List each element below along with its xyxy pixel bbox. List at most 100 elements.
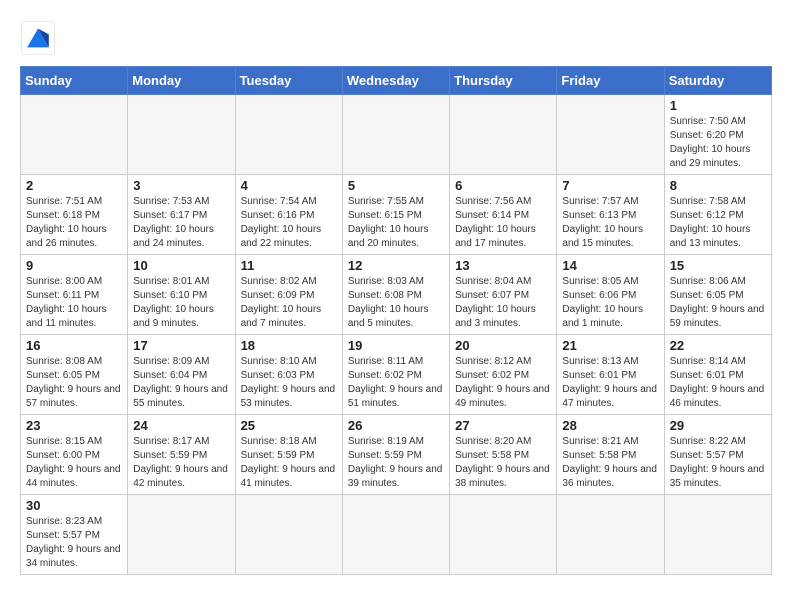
day-info: Sunrise: 7:50 AM Sunset: 6:20 PM Dayligh… — [670, 115, 766, 171]
day-number: 22 — [670, 338, 766, 353]
day-number: 5 — [348, 178, 444, 193]
day-info: Sunrise: 8:13 AM Sunset: 6:01 PM Dayligh… — [562, 355, 658, 411]
day-info: Sunrise: 8:00 AM Sunset: 6:11 PM Dayligh… — [26, 275, 122, 331]
calendar-cell: 15 Sunrise: 8:06 AM Sunset: 6:05 PM Dayli… — [664, 255, 771, 335]
day-number: 20 — [455, 338, 551, 353]
day-number: 10 — [133, 258, 229, 273]
calendar-cell: 9 Sunrise: 8:00 AM Sunset: 6:11 PM Daylig… — [21, 255, 128, 335]
day-number: 29 — [670, 418, 766, 433]
day-info: Sunrise: 8:04 AM Sunset: 6:07 PM Dayligh… — [455, 275, 551, 331]
generalblue-icon — [20, 20, 56, 56]
calendar-cell: 14Sunrise: 8:05 AM Sunset: 6:06 PM Dayli… — [557, 255, 664, 335]
calendar-cell — [235, 495, 342, 575]
calendar-cell: 2 Sunrise: 7:51 AM Sunset: 6:18 PM Daylig… — [21, 175, 128, 255]
week-row-1: 2 Sunrise: 7:51 AM Sunset: 6:18 PM Daylig… — [21, 175, 772, 255]
day-number: 2 — [26, 178, 122, 193]
calendar-cell — [128, 95, 235, 175]
day-info: Sunrise: 8:03 AM Sunset: 6:08 PM Dayligh… — [348, 275, 444, 331]
calendar-cell: 13 Sunrise: 8:04 AM Sunset: 6:07 PM Dayli… — [450, 255, 557, 335]
day-info: Sunrise: 8:05 AM Sunset: 6:06 PM Dayligh… — [562, 275, 658, 331]
calendar-cell: 29 Sunrise: 8:22 AM Sunset: 5:57 PM Dayli… — [664, 415, 771, 495]
calendar-cell — [664, 495, 771, 575]
calendar-cell: 17Sunrise: 8:09 AM Sunset: 6:04 PM Dayli… — [128, 335, 235, 415]
day-info: Sunrise: 8:08 AM Sunset: 6:05 PM Dayligh… — [26, 355, 122, 411]
calendar-cell: 20 Sunrise: 8:12 AM Sunset: 6:02 PM Dayli… — [450, 335, 557, 415]
weekday-wednesday: Wednesday — [342, 67, 449, 95]
day-number: 16 — [26, 338, 122, 353]
day-number: 12 — [348, 258, 444, 273]
day-number: 15 — [670, 258, 766, 273]
calendar-cell: 11Sunrise: 8:02 AM Sunset: 6:09 PM Dayli… — [235, 255, 342, 335]
day-number: 27 — [455, 418, 551, 433]
week-row-5: 30Sunrise: 8:23 AM Sunset: 5:57 PM Dayli… — [21, 495, 772, 575]
page: SundayMondayTuesdayWednesdayThursdayFrid… — [0, 0, 792, 591]
logo — [20, 20, 58, 56]
weekday-sunday: Sunday — [21, 67, 128, 95]
day-number: 7 — [562, 178, 658, 193]
calendar-cell — [450, 95, 557, 175]
day-info: Sunrise: 8:01 AM Sunset: 6:10 PM Dayligh… — [133, 275, 229, 331]
calendar-cell: 30Sunrise: 8:23 AM Sunset: 5:57 PM Dayli… — [21, 495, 128, 575]
day-info: Sunrise: 8:18 AM Sunset: 5:59 PM Dayligh… — [241, 435, 337, 491]
day-number: 24 — [133, 418, 229, 433]
week-row-4: 23Sunrise: 8:15 AM Sunset: 6:00 PM Dayli… — [21, 415, 772, 495]
day-number: 18 — [241, 338, 337, 353]
calendar-cell: 6Sunrise: 7:56 AM Sunset: 6:14 PM Daylig… — [450, 175, 557, 255]
calendar-cell — [557, 95, 664, 175]
weekday-monday: Monday — [128, 67, 235, 95]
week-row-2: 9 Sunrise: 8:00 AM Sunset: 6:11 PM Daylig… — [21, 255, 772, 335]
day-number: 1 — [670, 98, 766, 113]
weekday-header-row: SundayMondayTuesdayWednesdayThursdayFrid… — [21, 67, 772, 95]
day-info: Sunrise: 7:58 AM Sunset: 6:12 PM Dayligh… — [670, 195, 766, 251]
calendar-cell: 4 Sunrise: 7:54 AM Sunset: 6:16 PM Daylig… — [235, 175, 342, 255]
calendar-cell: 28 Sunrise: 8:21 AM Sunset: 5:58 PM Dayli… — [557, 415, 664, 495]
day-info: Sunrise: 8:11 AM Sunset: 6:02 PM Dayligh… — [348, 355, 444, 411]
day-info: Sunrise: 7:55 AM Sunset: 6:15 PM Dayligh… — [348, 195, 444, 251]
calendar-cell: 3 Sunrise: 7:53 AM Sunset: 6:17 PM Daylig… — [128, 175, 235, 255]
calendar-cell — [128, 495, 235, 575]
calendar-cell: 24 Sunrise: 8:17 AM Sunset: 5:59 PM Dayli… — [128, 415, 235, 495]
day-number: 19 — [348, 338, 444, 353]
day-number: 13 — [455, 258, 551, 273]
calendar-cell: 7Sunrise: 7:57 AM Sunset: 6:13 PM Daylig… — [557, 175, 664, 255]
day-info: Sunrise: 8:12 AM Sunset: 6:02 PM Dayligh… — [455, 355, 551, 411]
calendar-cell: 22Sunrise: 8:14 AM Sunset: 6:01 PM Dayli… — [664, 335, 771, 415]
weekday-saturday: Saturday — [664, 67, 771, 95]
day-info: Sunrise: 8:06 AM Sunset: 6:05 PM Dayligh… — [670, 275, 766, 331]
day-number: 9 — [26, 258, 122, 273]
day-info: Sunrise: 8:23 AM Sunset: 5:57 PM Dayligh… — [26, 515, 122, 571]
calendar-cell: 12 Sunrise: 8:03 AM Sunset: 6:08 PM Dayli… — [342, 255, 449, 335]
calendar-cell: 16 Sunrise: 8:08 AM Sunset: 6:05 PM Dayli… — [21, 335, 128, 415]
day-info: Sunrise: 7:56 AM Sunset: 6:14 PM Dayligh… — [455, 195, 551, 251]
day-info: Sunrise: 7:53 AM Sunset: 6:17 PM Dayligh… — [133, 195, 229, 251]
calendar-cell — [21, 95, 128, 175]
day-info: Sunrise: 8:22 AM Sunset: 5:57 PM Dayligh… — [670, 435, 766, 491]
day-info: Sunrise: 8:17 AM Sunset: 5:59 PM Dayligh… — [133, 435, 229, 491]
calendar-cell: 1 Sunrise: 7:50 AM Sunset: 6:20 PM Daylig… — [664, 95, 771, 175]
day-info: Sunrise: 7:51 AM Sunset: 6:18 PM Dayligh… — [26, 195, 122, 251]
calendar-cell — [342, 495, 449, 575]
day-info: Sunrise: 8:19 AM Sunset: 5:59 PM Dayligh… — [348, 435, 444, 491]
day-number: 28 — [562, 418, 658, 433]
weekday-tuesday: Tuesday — [235, 67, 342, 95]
day-info: Sunrise: 7:54 AM Sunset: 6:16 PM Dayligh… — [241, 195, 337, 251]
calendar-table: SundayMondayTuesdayWednesdayThursdayFrid… — [20, 66, 772, 575]
header — [20, 16, 772, 56]
day-info: Sunrise: 8:21 AM Sunset: 5:58 PM Dayligh… — [562, 435, 658, 491]
week-row-3: 16 Sunrise: 8:08 AM Sunset: 6:05 PM Dayli… — [21, 335, 772, 415]
weekday-thursday: Thursday — [450, 67, 557, 95]
calendar-cell: 18Sunrise: 8:10 AM Sunset: 6:03 PM Dayli… — [235, 335, 342, 415]
calendar-cell — [557, 495, 664, 575]
day-number: 8 — [670, 178, 766, 193]
day-number: 23 — [26, 418, 122, 433]
day-info: Sunrise: 8:02 AM Sunset: 6:09 PM Dayligh… — [241, 275, 337, 331]
calendar-cell: 19 Sunrise: 8:11 AM Sunset: 6:02 PM Dayli… — [342, 335, 449, 415]
day-number: 25 — [241, 418, 337, 433]
day-number: 4 — [241, 178, 337, 193]
weekday-friday: Friday — [557, 67, 664, 95]
day-info: Sunrise: 8:20 AM Sunset: 5:58 PM Dayligh… — [455, 435, 551, 491]
calendar-cell: 27 Sunrise: 8:20 AM Sunset: 5:58 PM Dayli… — [450, 415, 557, 495]
day-number: 3 — [133, 178, 229, 193]
calendar-cell: 8 Sunrise: 7:58 AM Sunset: 6:12 PM Daylig… — [664, 175, 771, 255]
day-number: 26 — [348, 418, 444, 433]
